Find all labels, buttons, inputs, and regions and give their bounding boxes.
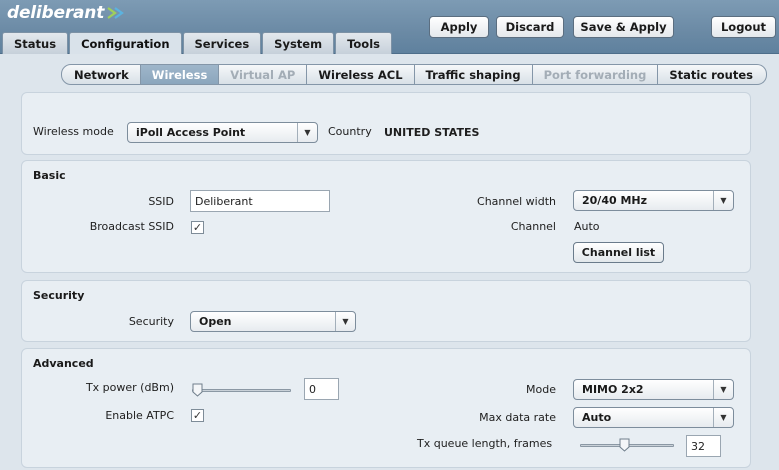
save-apply-button[interactable]: Save & Apply — [573, 16, 674, 38]
logo-chevrons-icon — [107, 7, 125, 19]
mode-select[interactable]: MIMO 2x2 ▼ — [573, 379, 734, 400]
advanced-panel: Advanced Tx power (dBm) 0 Enable ATPC ✓ … — [21, 348, 751, 468]
broadcast-ssid-label: Broadcast SSID — [89, 220, 174, 233]
tx-queue-input[interactable]: 32 — [686, 435, 721, 457]
channel-width-label: Channel width — [477, 195, 556, 208]
checkmark-icon: ✓ — [192, 409, 203, 422]
security-panel: Security Security Open ▼ — [21, 280, 751, 342]
tab-status[interactable]: Status — [2, 32, 69, 54]
advanced-section-title: Advanced — [33, 357, 94, 370]
mode-value: MIMO 2x2 — [582, 383, 644, 396]
slider-thumb-icon[interactable] — [619, 438, 630, 452]
wireless-mode-value: iPoll Access Point — [136, 126, 246, 139]
country-label: Country — [328, 125, 372, 138]
wireless-mode-label: Wireless mode — [33, 125, 114, 138]
security-section-title: Security — [33, 289, 85, 302]
security-label: Security — [128, 315, 174, 328]
slider-thumb-icon[interactable] — [192, 383, 203, 397]
wireless-mode-select[interactable]: iPoll Access Point ▼ — [127, 122, 318, 143]
dropdown-arrow-icon: ▼ — [335, 312, 355, 331]
tx-power-slider[interactable] — [192, 383, 291, 397]
tab-configuration[interactable]: Configuration — [69, 32, 182, 55]
ssid-label: SSID — [148, 195, 174, 208]
subtab-traffic-shaping[interactable]: Traffic shaping — [414, 64, 533, 85]
tab-system[interactable]: System — [262, 32, 335, 54]
subtab-wireless[interactable]: Wireless — [140, 64, 220, 85]
logo-text: deliberant — [7, 3, 105, 23]
dropdown-arrow-icon: ▼ — [297, 123, 317, 142]
deliberant-logo: deliberant — [7, 2, 126, 24]
enable-atpc-label: Enable ATPC — [105, 409, 174, 422]
subtab-port-forwarding: Port forwarding — [532, 64, 659, 85]
tx-queue-label: Tx queue length, frames — [417, 437, 553, 450]
basic-panel: Basic SSID Deliberant Broadcast SSID ✓ C… — [21, 160, 751, 273]
ssid-value: Deliberant — [195, 194, 253, 208]
enable-atpc-checkbox[interactable]: ✓ — [191, 409, 204, 422]
logout-button[interactable]: Logout — [711, 16, 776, 38]
checkmark-icon: ✓ — [192, 221, 203, 234]
mode-label: Mode — [526, 383, 556, 396]
tab-services[interactable]: Services — [182, 32, 262, 54]
sub-tabs: Network Wireless Virtual AP Wireless ACL… — [61, 64, 768, 85]
basic-section-title: Basic — [33, 169, 66, 182]
subtab-virtual-ap: Virtual AP — [219, 64, 308, 85]
main-tabs: Status Configuration Services System Too… — [2, 32, 393, 55]
channel-label: Channel — [510, 220, 556, 233]
channel-value: Auto — [574, 220, 600, 233]
subtab-static-routes[interactable]: Static routes — [658, 64, 768, 85]
discard-button[interactable]: Discard — [496, 16, 564, 38]
tx-power-value: 0 — [309, 382, 316, 396]
dropdown-arrow-icon: ▼ — [713, 191, 733, 210]
security-select[interactable]: Open ▼ — [190, 311, 356, 332]
channel-list-button[interactable]: Channel list — [573, 242, 664, 263]
general-panel: Wireless mode iPoll Access Point ▼ Count… — [21, 92, 751, 155]
dropdown-arrow-icon: ▼ — [713, 408, 733, 427]
dropdown-arrow-icon: ▼ — [713, 380, 733, 399]
tx-queue-slider[interactable] — [580, 438, 674, 452]
header-bar: deliberant Apply Discard Save & Apply Lo… — [0, 0, 779, 55]
tx-queue-value: 32 — [691, 439, 705, 453]
broadcast-ssid-checkbox[interactable]: ✓ — [191, 221, 204, 234]
country-value: UNITED STATES — [384, 126, 480, 139]
slider-track — [192, 389, 291, 392]
subtab-wireless-acl[interactable]: Wireless ACL — [307, 64, 415, 85]
channel-width-select[interactable]: 20/40 MHz ▼ — [573, 190, 734, 211]
apply-button[interactable]: Apply — [429, 16, 489, 38]
security-value: Open — [199, 315, 232, 328]
max-data-rate-label: Max data rate — [479, 411, 556, 424]
ssid-input[interactable]: Deliberant — [190, 190, 330, 212]
max-data-rate-value: Auto — [582, 411, 612, 424]
channel-width-value: 20/40 MHz — [582, 194, 648, 207]
tx-power-input[interactable]: 0 — [304, 378, 339, 400]
content-area: Network Wireless Virtual AP Wireless ACL… — [0, 54, 779, 470]
subtab-network[interactable]: Network — [61, 64, 141, 85]
max-data-rate-select[interactable]: Auto ▼ — [573, 407, 734, 428]
tx-power-label: Tx power (dBm) — [85, 381, 174, 394]
tab-tools[interactable]: Tools — [335, 32, 392, 54]
